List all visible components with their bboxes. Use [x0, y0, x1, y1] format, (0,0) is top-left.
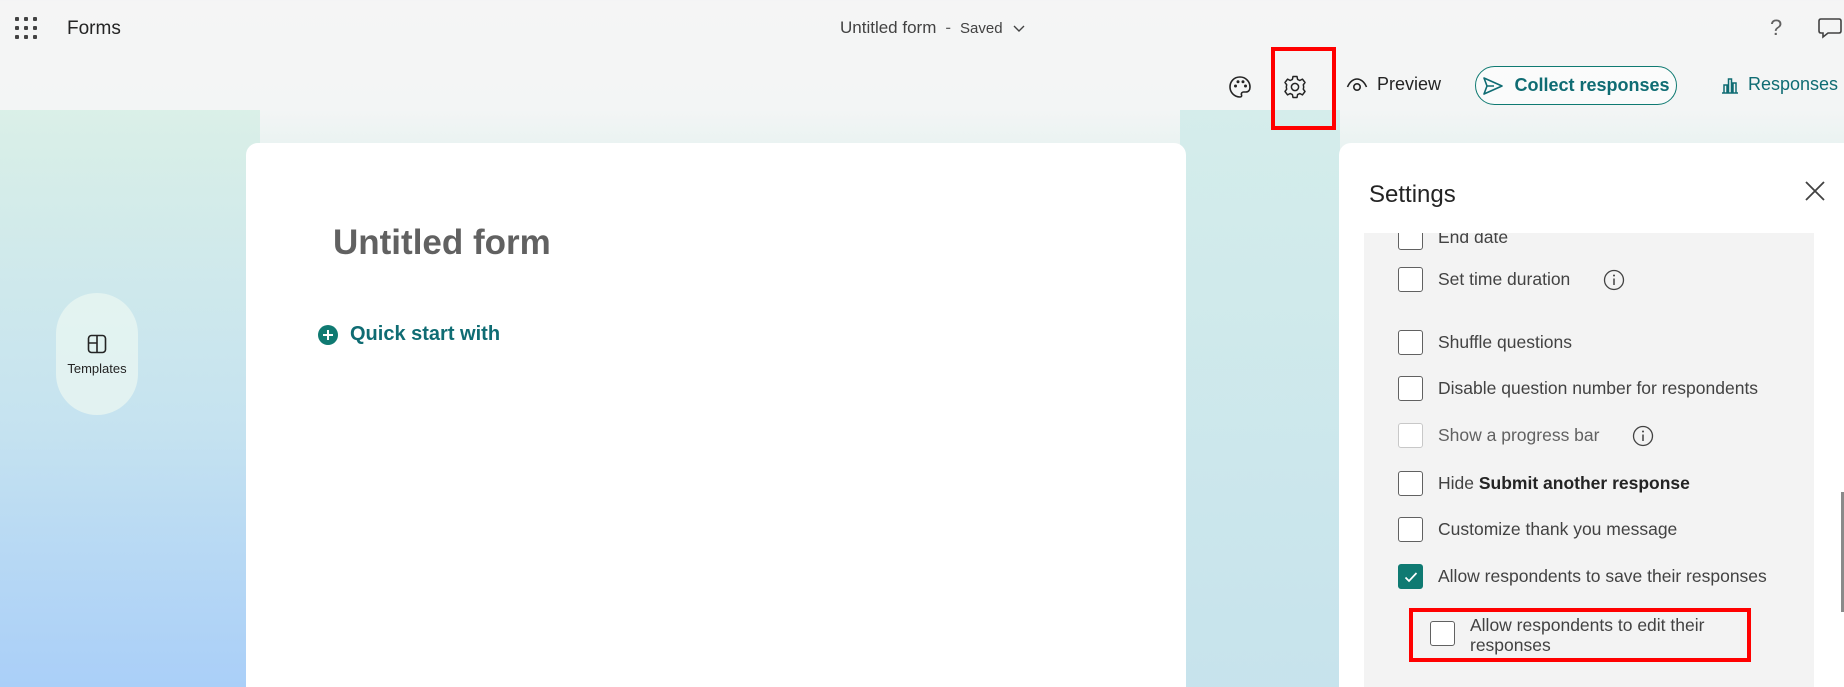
- option-label: Show a progress bar: [1438, 425, 1600, 445]
- document-title[interactable]: Untitled form - Saved: [840, 18, 1026, 38]
- info-icon[interactable]: [1632, 425, 1654, 447]
- option-allow-save-responses[interactable]: Allow respondents to save their response…: [1398, 564, 1767, 589]
- responses-label: Responses: [1748, 74, 1839, 94]
- title-separator: -: [945, 18, 952, 37]
- option-disable-question-number[interactable]: Disable question number for respondents: [1398, 376, 1758, 401]
- quick-start-label: Quick start with: [350, 323, 501, 345]
- feedback-icon[interactable]: [1818, 17, 1842, 39]
- quick-start-button[interactable]: Quick start with: [318, 323, 500, 346]
- hide-submit-another-checkbox[interactable]: [1398, 471, 1423, 496]
- plus-circle-icon: [318, 324, 338, 345]
- option-label: Allow respondents to save their response…: [1438, 566, 1767, 586]
- checkmark-icon: [1404, 571, 1417, 582]
- responses-button[interactable]: Responses: [1720, 74, 1838, 95]
- option-label: Set time duration: [1438, 269, 1571, 289]
- option-show-progress-bar: Show a progress bar: [1398, 423, 1654, 448]
- set-time-duration-checkbox[interactable]: [1398, 267, 1423, 292]
- background-mid-gradient: [1180, 110, 1340, 687]
- option-set-time-duration[interactable]: Set time duration: [1398, 267, 1625, 292]
- end-date-checkbox[interactable]: [1398, 233, 1423, 250]
- show-progress-bar-checkbox: [1398, 423, 1423, 448]
- allow-save-responses-checkbox[interactable]: [1398, 564, 1423, 589]
- option-label: Hide Submit another response: [1438, 473, 1690, 494]
- option-customize-thank-you[interactable]: Customize thank you message: [1398, 517, 1677, 542]
- chevron-down-icon[interactable]: [1012, 21, 1026, 35]
- option-shuffle-questions[interactable]: Shuffle questions: [1398, 330, 1572, 355]
- theme-button[interactable]: [1227, 74, 1253, 100]
- option-end-date[interactable]: End date: [1398, 233, 1508, 250]
- customize-thank-you-checkbox[interactable]: [1398, 517, 1423, 542]
- templates-label: Templates: [67, 360, 127, 376]
- option-hide-submit-another[interactable]: Hide Submit another response: [1398, 471, 1690, 496]
- templates-button[interactable]: Templates: [56, 293, 138, 415]
- option-label: Shuffle questions: [1438, 332, 1572, 352]
- option-label-prefix: Hide: [1438, 473, 1474, 493]
- preview-button[interactable]: Preview: [1346, 74, 1441, 95]
- shuffle-questions-checkbox[interactable]: [1398, 330, 1423, 355]
- settings-panel: Settings End date Set time duration Shuf…: [1339, 143, 1844, 687]
- save-status: Saved: [960, 19, 1003, 37]
- disable-question-number-checkbox[interactable]: [1398, 376, 1423, 401]
- settings-highlight-box: [1271, 47, 1336, 130]
- help-icon[interactable]: ?: [1770, 15, 1782, 41]
- palette-icon: [1229, 76, 1251, 98]
- templates-icon: [87, 334, 107, 353]
- option-label: End date: [1438, 233, 1509, 247]
- background-left-gradient: [0, 110, 260, 687]
- collect-responses-label: Collect responses: [1514, 75, 1670, 95]
- app-launcher-icon[interactable]: [15, 17, 37, 39]
- top-bar: Forms Untitled form - Saved ?: [0, 0, 1844, 56]
- form-title[interactable]: Untitled form: [333, 223, 551, 263]
- send-icon: [1483, 76, 1504, 95]
- bar-chart-icon: [1722, 77, 1738, 94]
- option-label: Customize thank you message: [1438, 519, 1678, 539]
- app-name[interactable]: Forms: [67, 18, 121, 40]
- form-editor-card: Untitled form Quick start with: [246, 143, 1186, 687]
- eye-icon: [1346, 77, 1368, 91]
- preview-label: Preview: [1377, 74, 1442, 94]
- settings-title: Settings: [1369, 181, 1456, 208]
- document-title-text: Untitled form: [840, 18, 937, 37]
- option-label-bold: Submit another response: [1478, 473, 1690, 493]
- info-icon[interactable]: [1603, 269, 1625, 291]
- collect-responses-button[interactable]: Collect responses: [1475, 66, 1677, 105]
- edit-responses-highlight-box: [1409, 608, 1751, 662]
- option-label: Disable question number for respondents: [1438, 378, 1759, 398]
- close-icon[interactable]: [1803, 179, 1827, 203]
